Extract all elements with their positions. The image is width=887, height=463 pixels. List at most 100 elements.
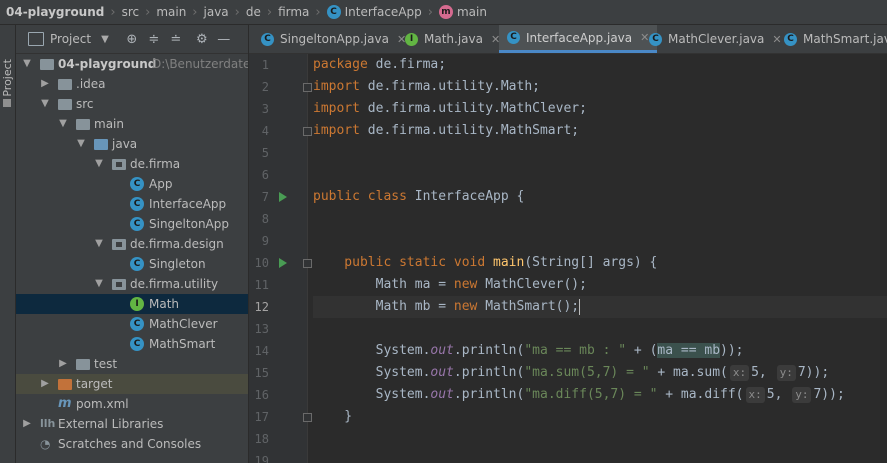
param-hint: y: [792,387,812,403]
tree-item-pom-xml[interactable]: m pom.xml [16,394,248,414]
code-line-2: import de.firma.utility.Math; [313,76,887,98]
breadcrumb-item-java[interactable]: java [204,5,229,19]
line-number: 19 [254,454,269,463]
line-number: 8 [261,212,269,226]
breadcrumb-item-src[interactable]: src [122,5,140,19]
tree-item-interfaceapp[interactable]: C InterfaceApp [16,194,248,214]
chevron-down-icon[interactable]: ▼ [22,54,32,74]
run-main-icon[interactable] [279,258,287,268]
chevron-down-icon[interactable]: ▼ [94,154,104,174]
line-number: 9 [261,234,269,248]
breadcrumb-item-method-main[interactable]: m main [438,5,487,19]
token: "ma == mb : " [524,343,627,358]
breadcrumb-item-project[interactable]: 04-playground [0,5,104,19]
structure-icon[interactable] [3,99,11,107]
code-line-12: Math mb = new MathSmart(); [313,296,887,318]
tree-item-package-de-firma-design[interactable]: ▼ de.firma.design [16,234,248,254]
locate-file-icon[interactable]: ⊕ [123,30,141,48]
tree-item-java[interactable]: ▼ java [16,134,248,154]
line-number: 12 [254,300,269,314]
token: )); [720,343,744,358]
tab-mathclever[interactable]: C MathClever.java ✕ [641,25,790,53]
tree-item-math[interactable]: I Math [16,294,248,314]
token: .println( [453,365,525,380]
code-editor[interactable]: 1 2 3 4 5 6 7 8 9 10 11 12 13 14 15 16 1… [249,54,887,463]
tab-interfaceapp[interactable]: C InterfaceApp.java ✕ [499,25,658,53]
chevron-right-icon[interactable]: ▶ [40,74,50,94]
fold-marker-icon[interactable] [303,83,312,92]
folder-icon [76,359,90,370]
chevron-down-icon[interactable]: ▼ [58,114,68,134]
run-class-icon[interactable] [279,192,287,202]
excluded-folder-icon [58,379,72,390]
tree-item-idea[interactable]: ▶ .idea [16,74,248,94]
tree-item-src[interactable]: ▼ src [16,94,248,114]
token: "ma.diff(5,7) = " [524,387,658,402]
token: } [313,409,353,424]
token: MathClever(); [477,277,587,292]
token: MathSmart(); [477,299,580,314]
tree-item-package-de-firma[interactable]: ▼ de.firma [16,154,248,174]
token: new [453,299,478,314]
tree-item-package-de-firma-utility[interactable]: ▼ de.firma.utility [16,274,248,294]
chevron-down-icon[interactable]: ▼ [40,94,50,114]
tree-item-mathsmart[interactable]: C MathSmart [16,334,248,354]
hide-panel-icon[interactable]: — [215,30,233,48]
tab-singeltonapp[interactable]: C SingeltonApp.java ✕ [253,25,414,53]
tree-item-scratches[interactable]: ◔ Scratches and Consoles [16,434,248,454]
package-icon [112,279,126,290]
expand-all-icon[interactable]: ≑ [145,30,163,48]
token: + ( [626,343,658,358]
class-icon: C [130,337,144,351]
breadcrumb-item-main[interactable]: main [156,5,186,19]
chevron-right-icon[interactable]: ▶ [22,414,32,434]
collapse-all-icon[interactable]: ≐ [167,30,185,48]
tab-math[interactable]: I Math.java ✕ [397,25,508,53]
line-number: 5 [261,146,269,160]
folder-icon [58,99,72,110]
project-tool-button[interactable]: Project [1,59,15,97]
token: + ma.diff( [657,387,744,402]
chevron-right-icon[interactable]: ▶ [40,374,50,394]
tab-label: MathClever.java [668,32,765,46]
tree-item-label: de.firma.utility [130,277,219,291]
tree-item-app[interactable]: C App [16,174,248,194]
tree-item-singleton[interactable]: C Singleton [16,254,248,274]
code-line-1: package de.firma; [313,54,887,76]
tree-item-singeltonapp[interactable]: C SingeltonApp [16,214,248,234]
token: 5, [751,365,767,380]
tree-item-main[interactable]: ▼ main [16,114,248,134]
fold-marker-icon[interactable] [303,259,312,268]
token: de.firma.utility.Math; [359,79,540,94]
tree-item-external-libraries[interactable]: ▶ llh External Libraries [16,414,248,434]
tree-item-test[interactable]: ▶ test [16,354,248,374]
chevron-down-icon[interactable]: ▼ [94,234,104,254]
tree-item-project-root[interactable]: ▼ 04-playground D:\Benutzerdaten\M [16,54,248,74]
text-caret [579,298,581,315]
gear-icon[interactable]: ⚙ [193,30,211,48]
breadcrumb-item-firma[interactable]: firma [278,5,309,19]
token: new [453,277,478,292]
breadcrumb-item-de[interactable]: de [246,5,261,19]
chevron-down-icon[interactable]: ▼ [101,34,109,45]
interface-icon: I [130,297,144,311]
chevron-right-icon[interactable]: ▶ [58,354,68,374]
tree-item-target[interactable]: ▶ target [16,374,248,394]
token: out [430,387,454,402]
chevron-right-icon: › [192,4,198,20]
tab-mathsmart[interactable]: C MathSmart.java [776,25,887,53]
tree-item-mathclever[interactable]: C MathClever [16,314,248,334]
chevron-down-icon[interactable]: ▼ [94,274,104,294]
chevron-down-icon[interactable]: ▼ [76,134,86,154]
fold-marker-icon[interactable] [303,127,312,136]
maven-icon: m [58,396,72,411]
project-view-selector[interactable]: Project [50,32,91,46]
tree-item-label: InterfaceApp [149,197,227,211]
class-icon: C [507,31,520,44]
token: + ma.sum( [649,365,728,380]
line-number: 4 [261,124,269,138]
fold-marker-icon[interactable] [303,413,312,422]
folder-icon [40,59,54,70]
breadcrumb-item-interfaceapp[interactable]: C InterfaceApp [326,5,422,19]
token: import [313,123,360,138]
